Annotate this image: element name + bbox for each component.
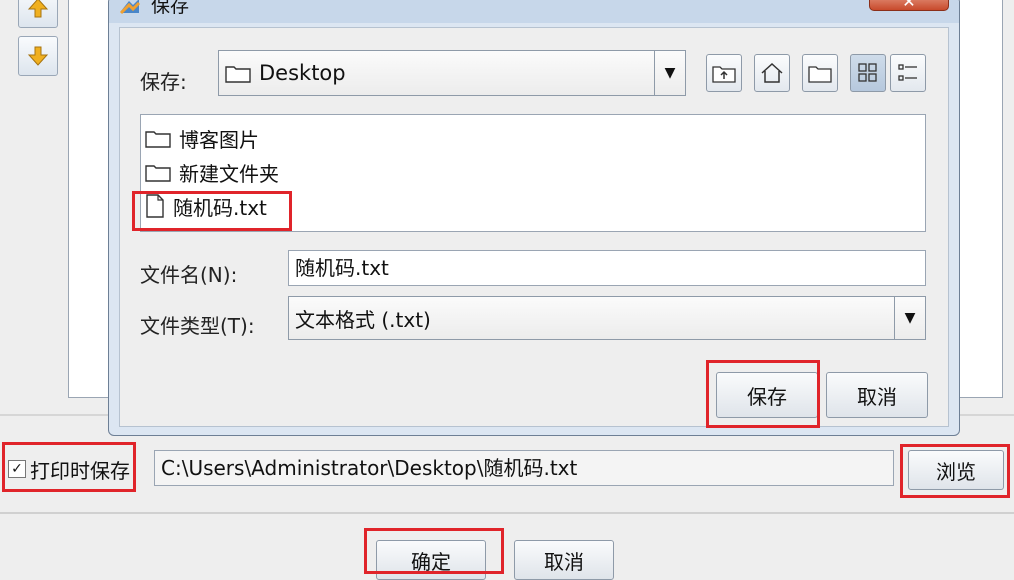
filetype-label: 文件类型(T): xyxy=(140,314,255,338)
filetype-value: 文本格式 (.txt) xyxy=(295,307,431,332)
divider xyxy=(0,512,1014,514)
print-save-checkbox[interactable]: ✓ xyxy=(8,460,26,478)
chevron-down-icon[interactable]: ▼ xyxy=(894,297,925,339)
list-view-button[interactable] xyxy=(850,54,886,92)
save-in-value: Desktop xyxy=(259,61,346,85)
main-cancel-button[interactable]: 取消 xyxy=(514,540,614,580)
home-button[interactable] xyxy=(754,54,790,92)
close-button[interactable]: ✕ xyxy=(869,0,949,11)
new-folder-button[interactable] xyxy=(802,54,838,92)
arrow-up-icon xyxy=(27,0,49,18)
print-save-option[interactable]: ✓ 打印时保存 xyxy=(8,451,130,487)
dialog-title: 保存 xyxy=(151,0,190,17)
up-folder-icon xyxy=(712,66,736,83)
folder-icon xyxy=(145,131,171,148)
list-item[interactable]: 新建文件夹 xyxy=(145,157,279,187)
save-in-label: 保存: xyxy=(140,70,187,94)
print-save-label: 打印时保存 xyxy=(30,458,130,483)
file-name: 随机码.txt xyxy=(173,195,267,220)
file-list: 博客图片 新建文件夹 随机码.txt xyxy=(140,114,926,232)
list-item[interactable]: 博客图片 xyxy=(145,123,259,153)
java-app-icon xyxy=(119,0,141,17)
file-icon xyxy=(146,194,164,218)
file-name: 博客图片 xyxy=(179,127,259,152)
new-folder-icon xyxy=(808,66,832,83)
folder-icon xyxy=(225,66,251,83)
home-icon xyxy=(761,62,783,83)
arrow-down-icon xyxy=(27,46,49,66)
move-down-button[interactable] xyxy=(18,36,58,76)
filetype-dropdown[interactable]: 文本格式 (.txt) ▼ xyxy=(288,296,926,340)
list-view-icon xyxy=(858,63,877,82)
list-item[interactable]: 随机码.txt xyxy=(145,191,267,221)
close-icon: ✕ xyxy=(902,0,916,11)
ok-button[interactable]: 确定 xyxy=(376,540,486,580)
save-in-dropdown[interactable]: Desktop ▼ xyxy=(218,50,686,96)
browse-button[interactable]: 浏览 xyxy=(908,450,1004,490)
left-toolbar xyxy=(0,0,68,430)
save-button[interactable]: 保存 xyxy=(716,372,818,418)
chevron-down-icon[interactable]: ▼ xyxy=(654,51,685,95)
file-name: 新建文件夹 xyxy=(179,161,279,186)
dialog-titlebar xyxy=(109,0,959,23)
filename-label: 文件名(N): xyxy=(140,263,238,287)
folder-icon xyxy=(145,165,171,182)
cancel-button[interactable]: 取消 xyxy=(826,372,928,418)
save-path-field[interactable]: C:\Users\Administrator\Desktop\随机码.txt xyxy=(154,450,894,486)
details-view-button[interactable] xyxy=(890,54,926,92)
move-up-button[interactable] xyxy=(18,0,58,28)
up-folder-button[interactable] xyxy=(706,54,742,92)
details-view-icon xyxy=(898,64,917,81)
filename-input[interactable]: 随机码.txt xyxy=(288,250,926,286)
